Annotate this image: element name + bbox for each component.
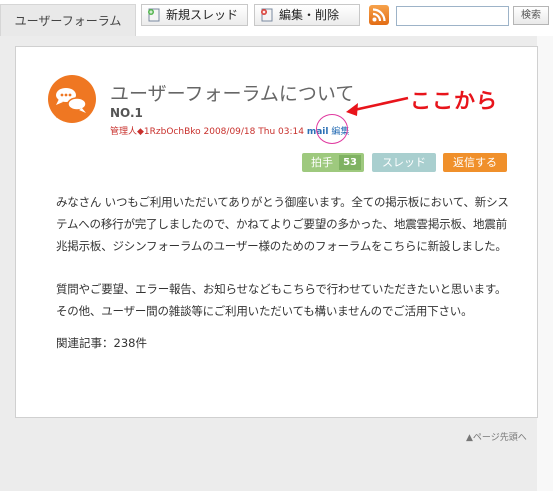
clap-label: 拍手 — [311, 156, 333, 169]
edit-delete-label: 編集・削除 — [279, 8, 340, 22]
right-edge — [537, 36, 553, 491]
post-meta: 管理人◆1RzbOchBko 2008/09/18 Thu 03:14 mail… — [110, 124, 349, 137]
new-thread-label: 新規スレッド — [166, 8, 239, 22]
tab-user-forum[interactable]: ユーザーフォーラム — [0, 4, 136, 36]
poster-info: 管理人◆1RzbOchBko 2008/09/18 Thu 03:14 — [110, 127, 304, 137]
page-top-link[interactable]: ▲ページ先頭へ — [466, 430, 527, 443]
related-articles: 関連記事：238件 — [56, 336, 147, 350]
post-title: ユーザーフォーラムについて — [110, 83, 355, 105]
edit-delete-icon — [261, 8, 273, 22]
body-paragraph: 質問やご要望、エラー報告、お知らせなどもこちらで行わせていただきたいと思います。… — [56, 282, 507, 318]
clap-count: 53 — [339, 155, 361, 170]
post-number: NO.1 — [110, 106, 143, 120]
forum-speech-bubble-icon — [48, 75, 96, 123]
thread-button[interactable]: スレッド — [372, 153, 436, 172]
new-thread-button[interactable]: 新規スレッド — [141, 4, 248, 26]
post-body: みなさん いつもご利用いただいてありがとう御座います。全ての掲示板において、新シ… — [56, 191, 516, 322]
top-toolbar: ユーザーフォーラム 新規スレッド 編集・削除 検索 — [0, 0, 553, 36]
annotation-text: ここから — [410, 89, 498, 113]
rss-feed-icon[interactable] — [369, 5, 389, 25]
rss-icon — [372, 8, 386, 22]
clap-button[interactable]: 拍手 53 — [302, 153, 364, 172]
body-paragraph: みなさん いつもご利用いただいてありがとう御座います。全ての掲示板において、新シ… — [56, 195, 509, 253]
edit-delete-button[interactable]: 編集・削除 — [254, 4, 360, 26]
search-input[interactable] — [396, 6, 509, 26]
search-button[interactable]: 検索 — [513, 6, 549, 25]
new-document-icon — [148, 8, 160, 22]
reply-button[interactable]: 返信する — [443, 153, 507, 172]
annotation-arrow-icon — [346, 96, 409, 116]
